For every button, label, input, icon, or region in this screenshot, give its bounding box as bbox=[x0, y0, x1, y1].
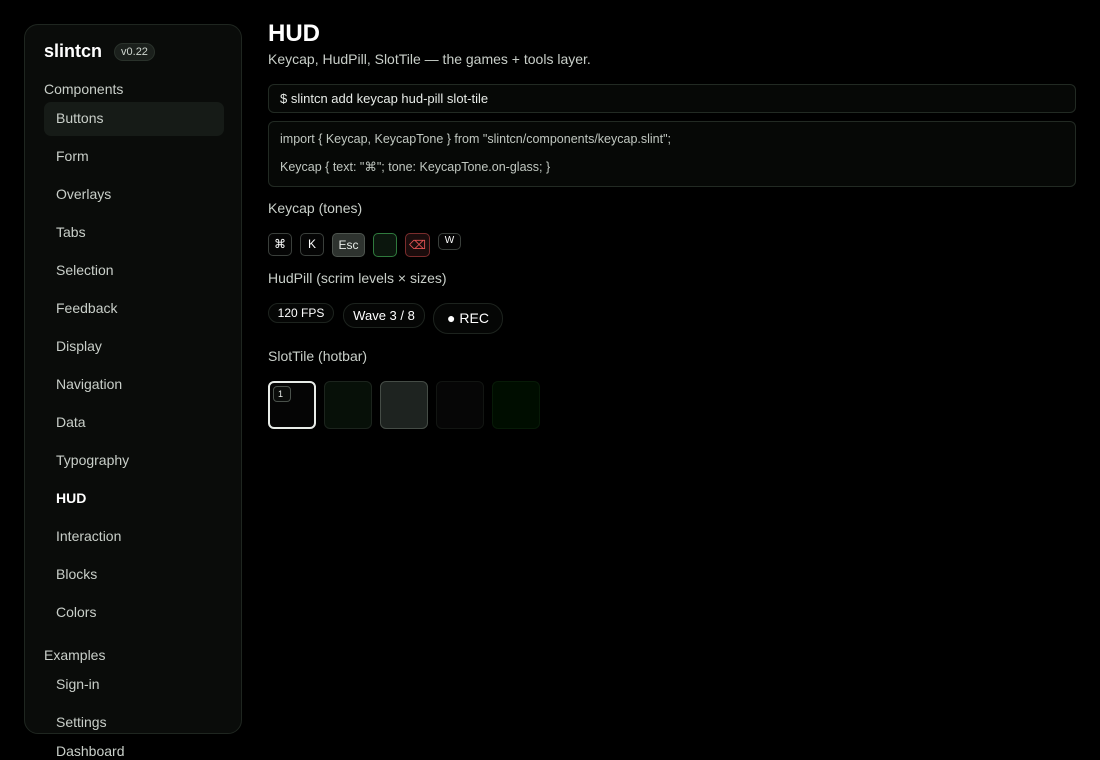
keycap-command[interactable]: ⌘ bbox=[268, 233, 292, 256]
hudpill-heading: HudPill (scrim levels × sizes) bbox=[268, 270, 447, 286]
code-line-import: import { Keycap, KeycapTone } from "slin… bbox=[280, 132, 672, 146]
sidebar-item-data[interactable]: Data bbox=[44, 406, 224, 440]
sidebar-item-display[interactable]: Display bbox=[44, 330, 224, 364]
backspace-icon: ⌫ bbox=[409, 238, 426, 252]
slot-tile-4[interactable] bbox=[436, 381, 484, 429]
sidebar-item-feedback[interactable]: Feedback bbox=[44, 292, 224, 326]
slottile-heading: SlotTile (hotbar) bbox=[268, 348, 368, 364]
sidebar-item-colors[interactable]: Colors bbox=[44, 596, 224, 630]
page-subtitle: Keycap, HudPill, SlotTile — the games + … bbox=[268, 51, 591, 67]
hudpill-fps: 120 FPS bbox=[268, 303, 334, 323]
sidebar-item-dashboard-label: Dashboard bbox=[56, 743, 125, 759]
keycap-heading: Keycap (tones) bbox=[268, 200, 363, 216]
sidebar-item-typography[interactable]: Typography bbox=[44, 444, 224, 478]
hudpill-rec: ● REC bbox=[433, 303, 503, 334]
slot-badge: 1 bbox=[273, 386, 291, 402]
sidebar-item-form[interactable]: Form bbox=[44, 140, 224, 174]
sidebar-item-interaction[interactable]: Interaction bbox=[44, 520, 224, 554]
code-snippet[interactable]: import { Keycap, KeycapTone } from "slin… bbox=[268, 121, 1076, 187]
keycap-esc[interactable]: Esc bbox=[332, 233, 365, 257]
sidebar-item-hud[interactable]: HUD bbox=[44, 482, 224, 516]
keycap-w[interactable]: W bbox=[438, 233, 461, 250]
sidebar-item-buttons[interactable]: Buttons bbox=[44, 102, 224, 136]
sidebar-item-navigation[interactable]: Navigation bbox=[44, 368, 224, 402]
sidebar-item-sign-in[interactable]: Sign-in bbox=[44, 668, 224, 702]
brand-name: slintcn bbox=[44, 41, 103, 61]
section-label-components: Components bbox=[44, 81, 124, 97]
slot-tile-1[interactable]: 1 bbox=[268, 381, 316, 429]
sidebar: slintcn v0.22 Components Buttons Form Ov… bbox=[24, 24, 242, 734]
section-label-examples: Examples bbox=[44, 647, 106, 663]
hudpill-wave: Wave 3 / 8 bbox=[343, 303, 425, 328]
sidebar-item-selection[interactable]: Selection bbox=[44, 254, 224, 288]
slot-tile-2[interactable] bbox=[324, 381, 372, 429]
slot-tile-3[interactable] bbox=[380, 381, 428, 429]
slot-tile-5[interactable] bbox=[492, 381, 540, 429]
install-command[interactable]: $ slintcn add keycap hud-pill slot-tile bbox=[268, 84, 1076, 113]
brand: slintcn v0.22 bbox=[44, 41, 155, 62]
keycap-accent[interactable] bbox=[373, 233, 397, 257]
code-line-usage: Keycap { text: "⌘"; tone: KeycapTone.on-… bbox=[280, 160, 551, 174]
sidebar-item-dashboard[interactable]: Dashboard bbox=[44, 743, 224, 760]
page-title: HUD bbox=[268, 20, 320, 47]
sidebar-item-settings[interactable]: Settings bbox=[44, 706, 224, 733]
sidebar-item-blocks[interactable]: Blocks bbox=[44, 558, 224, 592]
sidebar-item-tabs[interactable]: Tabs bbox=[44, 216, 224, 250]
sidebar-item-overlays[interactable]: Overlays bbox=[44, 178, 224, 212]
keycap-k[interactable]: K bbox=[300, 233, 324, 256]
version-badge: v0.22 bbox=[114, 42, 155, 61]
keycap-backspace[interactable]: ⌫ bbox=[405, 233, 430, 257]
